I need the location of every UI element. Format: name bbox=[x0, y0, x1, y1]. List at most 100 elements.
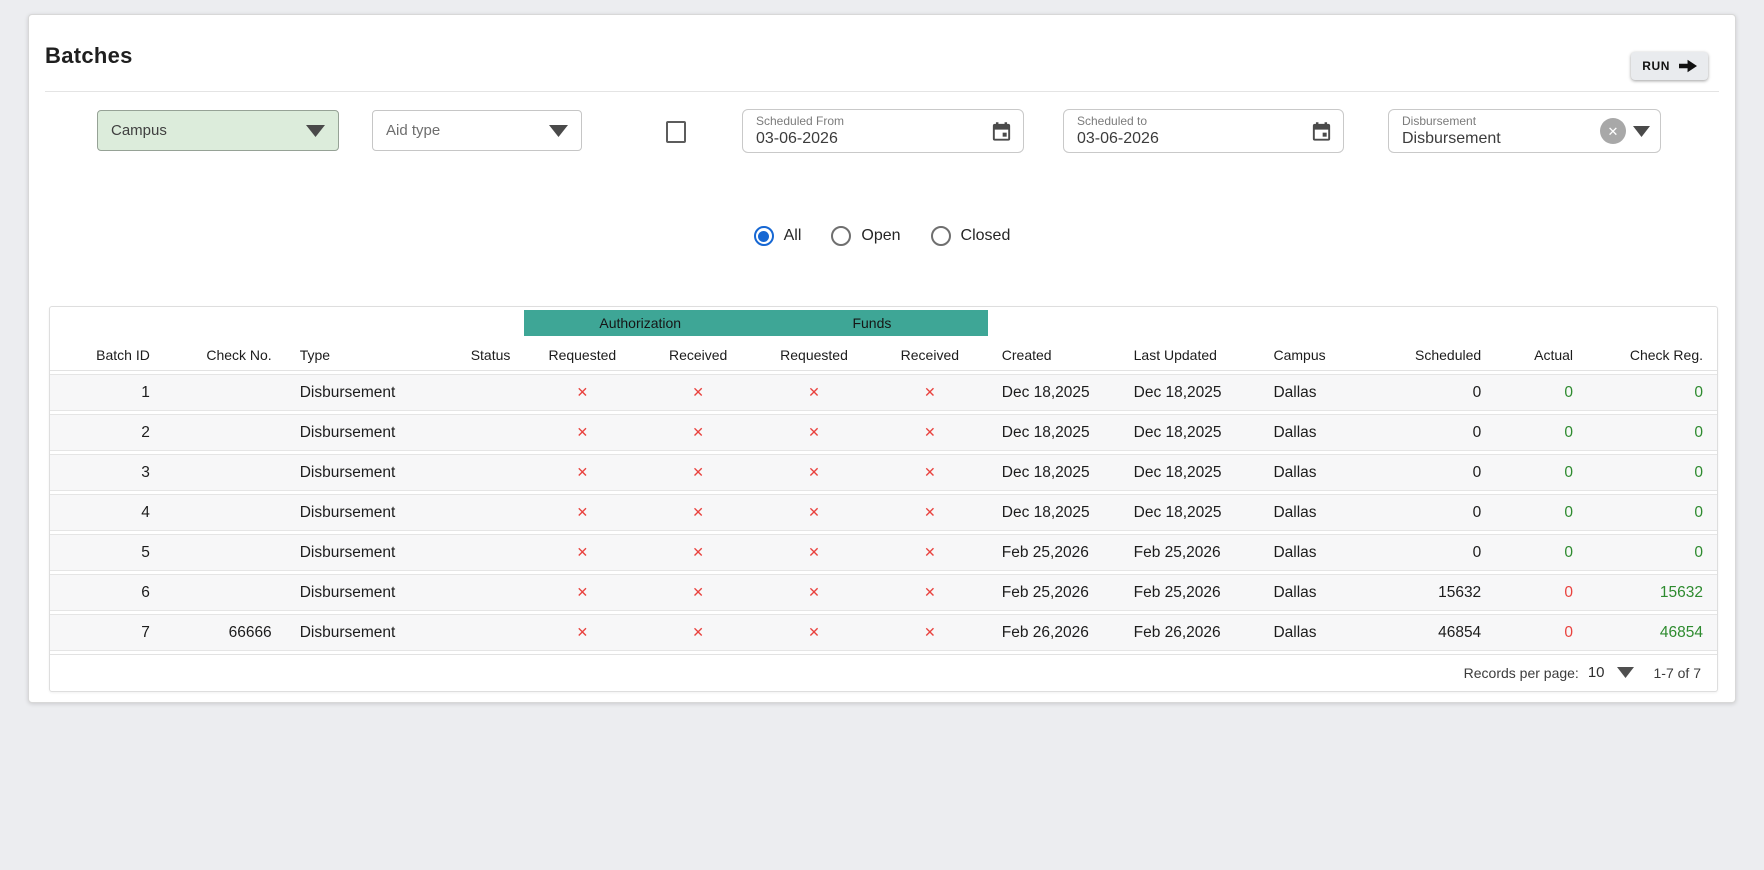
scheduled-from-field[interactable]: Scheduled From 03-06-2026 bbox=[742, 109, 1024, 153]
cell-check-reg: 46854 bbox=[1587, 614, 1717, 651]
cross-icon: ✕ bbox=[640, 454, 757, 491]
table-row[interactable]: 1 Disbursement ✕ ✕ ✕ ✕ Dec 18,2025 Dec 1… bbox=[50, 374, 1717, 411]
group-header-row: Authorization Funds bbox=[50, 310, 1717, 336]
cell-actual: 0 bbox=[1495, 454, 1588, 491]
run-button[interactable]: RUN bbox=[1631, 52, 1708, 80]
disbursement-label: Disbursement bbox=[1402, 114, 1477, 128]
table-row[interactable]: 7 66666 Disbursement ✕ ✕ ✕ ✕ Feb 26,2026… bbox=[50, 614, 1717, 651]
radio-all[interactable]: All bbox=[753, 226, 802, 246]
cell-check-no bbox=[163, 454, 286, 491]
radio-open-label: Open bbox=[861, 227, 901, 244]
table-row[interactable]: 5 Disbursement ✕ ✕ ✕ ✕ Feb 25,2026 Feb 2… bbox=[50, 534, 1717, 571]
cell-last-updated: Dec 18,2025 bbox=[1119, 374, 1260, 411]
cell-type: Disbursement bbox=[285, 454, 447, 491]
cross-icon: ✕ bbox=[524, 494, 641, 531]
column-header-funds-requested: Requested bbox=[756, 339, 872, 371]
column-header-check-reg: Check Reg. bbox=[1587, 339, 1717, 371]
column-header-created: Created bbox=[987, 339, 1120, 371]
cross-icon: ✕ bbox=[871, 454, 988, 491]
cell-batch-id: 3 bbox=[50, 454, 164, 491]
column-header-actual: Actual bbox=[1495, 339, 1588, 371]
cell-created: Dec 18,2025 bbox=[987, 414, 1120, 451]
cell-created: Dec 18,2025 bbox=[987, 454, 1120, 491]
cell-type: Disbursement bbox=[285, 494, 447, 531]
cell-check-no: 66666 bbox=[163, 614, 286, 651]
cross-icon: ✕ bbox=[524, 574, 641, 611]
radio-all-label: All bbox=[783, 227, 802, 244]
cell-actual: 0 bbox=[1495, 614, 1588, 651]
cell-scheduled: 0 bbox=[1346, 494, 1496, 531]
column-header-auth-received: Received bbox=[640, 339, 757, 371]
calendar-icon[interactable] bbox=[1310, 120, 1333, 143]
table-row[interactable]: 2 Disbursement ✕ ✕ ✕ ✕ Dec 18,2025 Dec 1… bbox=[50, 414, 1717, 451]
cross-icon: ✕ bbox=[756, 374, 872, 411]
cell-status bbox=[446, 534, 525, 571]
filter-checkbox[interactable] bbox=[666, 121, 686, 143]
cross-icon: ✕ bbox=[524, 374, 641, 411]
cross-icon: ✕ bbox=[756, 494, 872, 531]
cell-check-reg: 0 bbox=[1587, 534, 1717, 571]
cross-icon: ✕ bbox=[871, 534, 988, 571]
column-header-row: Batch ID Check No. Type Status Requested… bbox=[50, 339, 1717, 371]
table-row[interactable]: 6 Disbursement ✕ ✕ ✕ ✕ Feb 25,2026 Feb 2… bbox=[50, 574, 1717, 611]
status-filter: All Open Closed bbox=[29, 226, 1735, 246]
cell-status bbox=[446, 494, 525, 531]
cell-last-updated: Dec 18,2025 bbox=[1119, 414, 1260, 451]
group-header-spacer bbox=[988, 310, 1717, 336]
campus-select[interactable]: Campus bbox=[97, 110, 339, 151]
clear-icon[interactable]: ✕ bbox=[1600, 118, 1626, 144]
cell-check-reg: 0 bbox=[1587, 414, 1717, 451]
cell-batch-id: 5 bbox=[50, 534, 164, 571]
column-header-check-no: Check No. bbox=[163, 339, 286, 371]
cell-check-no bbox=[163, 414, 286, 451]
scheduled-from-value: 03-06-2026 bbox=[756, 130, 838, 147]
cell-campus: Dallas bbox=[1259, 454, 1347, 491]
pagination-range: 1-7 of 7 bbox=[1653, 664, 1701, 681]
scheduled-to-value: 03-06-2026 bbox=[1077, 130, 1159, 147]
table-row[interactable]: 3 Disbursement ✕ ✕ ✕ ✕ Dec 18,2025 Dec 1… bbox=[50, 454, 1717, 491]
radio-unselected-icon bbox=[831, 226, 852, 246]
column-header-funds-received: Received bbox=[871, 339, 988, 371]
calendar-icon[interactable] bbox=[990, 120, 1013, 143]
cell-status bbox=[446, 614, 525, 651]
column-header-last-updated: Last Updated bbox=[1119, 339, 1260, 371]
cell-last-updated: Dec 18,2025 bbox=[1119, 494, 1260, 531]
cell-check-reg: 15632 bbox=[1587, 574, 1717, 611]
batches-table: Authorization Funds Batch ID Check No. T… bbox=[49, 306, 1718, 692]
chevron-down-icon bbox=[1633, 125, 1650, 137]
cell-check-no bbox=[163, 574, 286, 611]
radio-open[interactable]: Open bbox=[831, 226, 901, 246]
cell-scheduled: 0 bbox=[1346, 454, 1496, 491]
pagination-bar: Records per page: 10 1-7 of 7 bbox=[50, 654, 1717, 691]
aid-type-select-label: Aid type bbox=[386, 122, 441, 139]
cross-icon: ✕ bbox=[640, 414, 757, 451]
cross-icon: ✕ bbox=[871, 494, 988, 531]
disbursement-select[interactable]: Disbursement Disbursement ✕ bbox=[1388, 109, 1661, 153]
cross-icon: ✕ bbox=[756, 454, 872, 491]
cell-created: Dec 18,2025 bbox=[987, 374, 1120, 411]
scheduled-to-field[interactable]: Scheduled to 03-06-2026 bbox=[1063, 109, 1344, 153]
cell-batch-id: 7 bbox=[50, 614, 164, 651]
cross-icon: ✕ bbox=[871, 374, 988, 411]
cell-campus: Dallas bbox=[1259, 614, 1347, 651]
cross-icon: ✕ bbox=[640, 374, 757, 411]
cell-type: Disbursement bbox=[285, 534, 447, 571]
cross-icon: ✕ bbox=[871, 414, 988, 451]
column-header-campus: Campus bbox=[1259, 339, 1347, 371]
records-per-page-value: 10 bbox=[1587, 664, 1605, 681]
cell-actual: 0 bbox=[1495, 414, 1588, 451]
cross-icon: ✕ bbox=[640, 534, 757, 571]
run-button-label: RUN bbox=[1642, 59, 1670, 73]
cell-campus: Dallas bbox=[1259, 414, 1347, 451]
records-per-page-select[interactable]: 10 bbox=[1588, 664, 1634, 681]
cell-check-no bbox=[163, 374, 286, 411]
radio-closed[interactable]: Closed bbox=[930, 226, 1010, 246]
chevron-down-icon bbox=[306, 124, 325, 137]
aid-type-select[interactable]: Aid type bbox=[372, 110, 582, 151]
cell-type: Disbursement bbox=[285, 574, 447, 611]
table-row[interactable]: 4 Disbursement ✕ ✕ ✕ ✕ Dec 18,2025 Dec 1… bbox=[50, 494, 1717, 531]
column-header-batch-id: Batch ID bbox=[50, 339, 164, 371]
cell-scheduled: 0 bbox=[1346, 534, 1496, 571]
cell-created: Feb 26,2026 bbox=[987, 614, 1120, 651]
cell-actual: 0 bbox=[1495, 574, 1588, 611]
